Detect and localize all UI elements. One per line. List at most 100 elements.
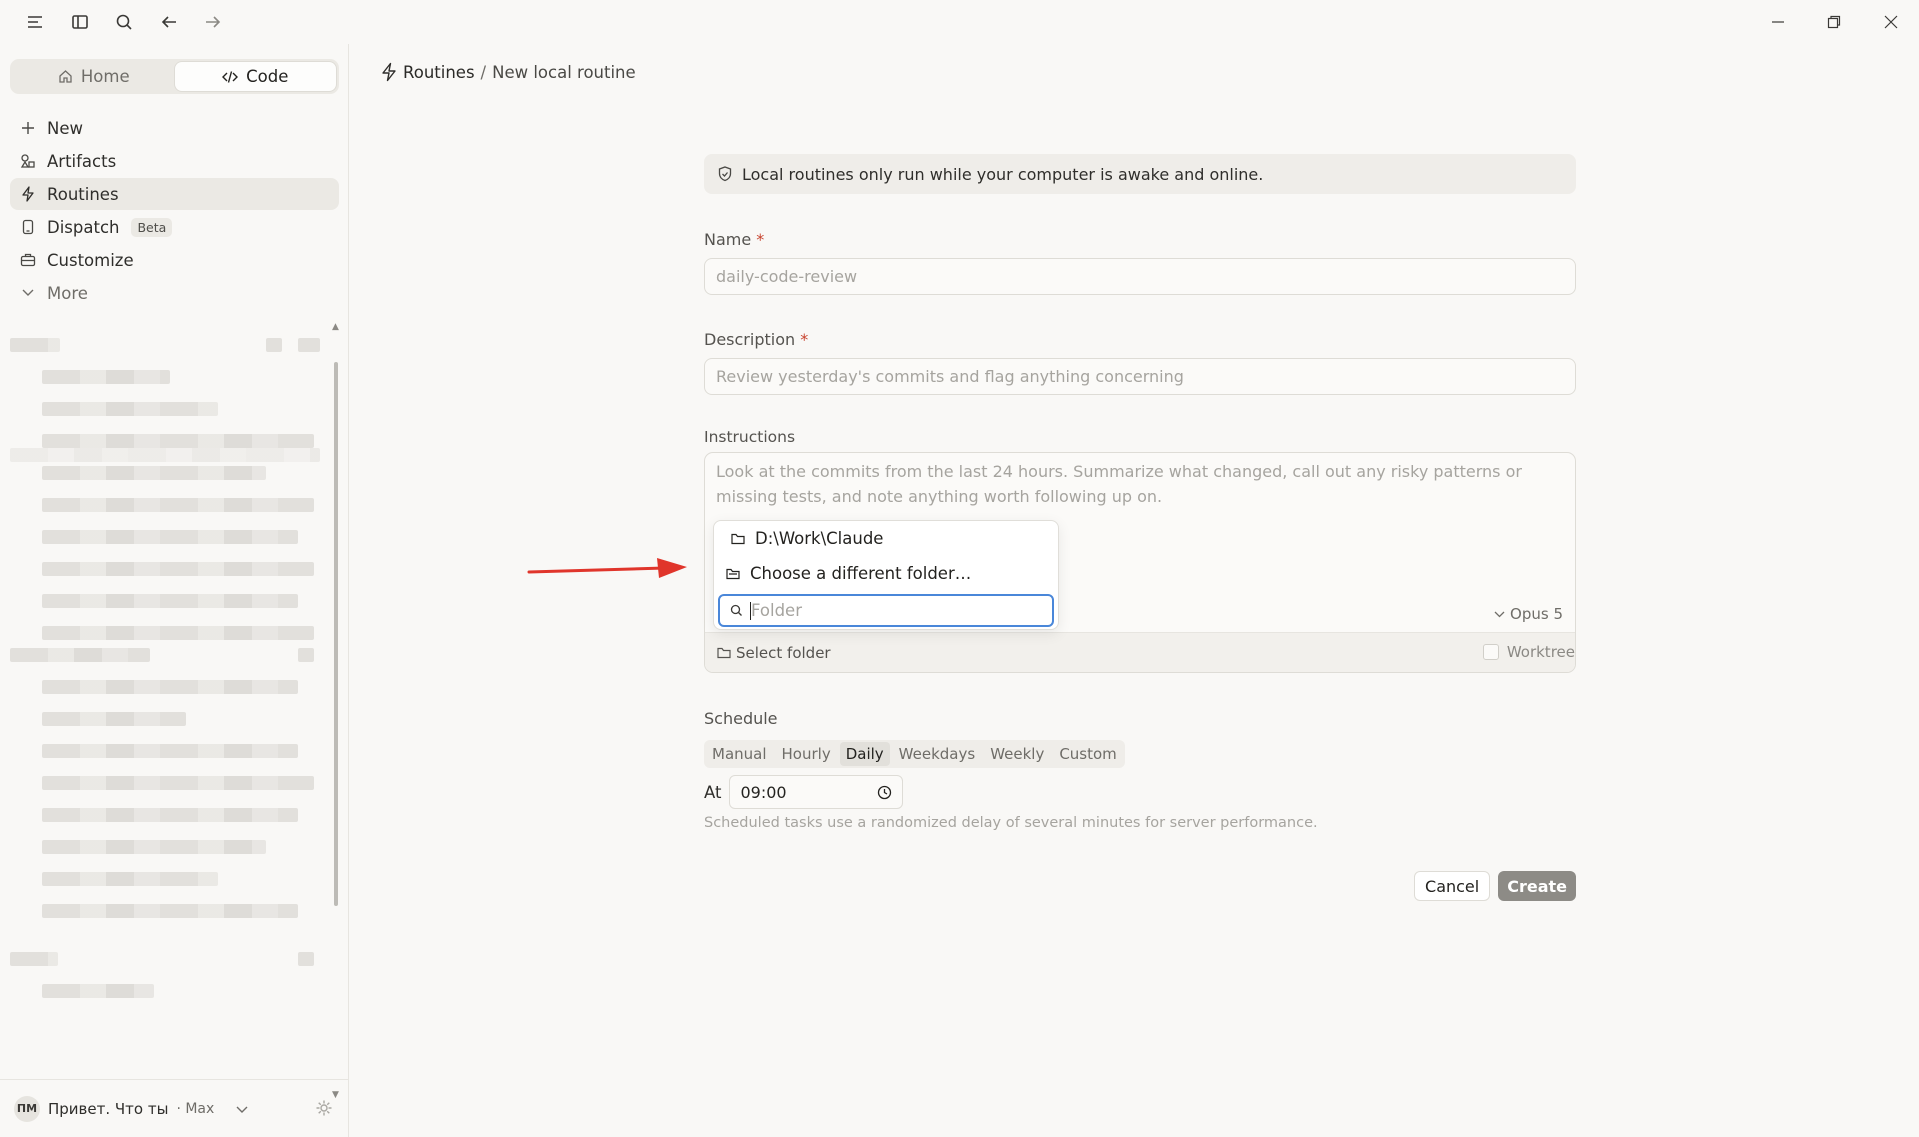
cancel-button[interactable]: Cancel <box>1414 871 1491 901</box>
description-input[interactable]: Review yesterday's commits and flag anyt… <box>704 358 1576 395</box>
time-input[interactable]: 09:00 <box>729 775 904 809</box>
chevron-down-icon <box>1494 611 1505 618</box>
forward-arrow-icon[interactable] <box>199 10 227 34</box>
model-name: Opus 5 <box>1510 605 1563 623</box>
restore-icon[interactable] <box>1820 10 1848 34</box>
tab-code[interactable]: Code <box>174 62 336 91</box>
sidebar-item-dispatch[interactable]: Dispatch Beta <box>10 211 339 243</box>
redacted-row <box>42 984 154 998</box>
dispatch-icon <box>19 219 37 235</box>
redacted-row <box>42 808 298 822</box>
sidebar-nav: New Artifacts Routines Dispatch Beta Cus… <box>10 112 339 310</box>
chevron-down-icon <box>19 288 37 298</box>
tab-code-label: Code <box>246 67 289 86</box>
choose-different-folder-option[interactable]: Choose a different folder… <box>726 564 971 583</box>
model-selector[interactable]: Opus 5 <box>1494 605 1563 623</box>
redacted-row <box>42 904 298 918</box>
redacted-row <box>42 434 314 448</box>
worktree-checkbox[interactable] <box>1482 644 1499 660</box>
create-button[interactable]: Create <box>1498 871 1576 901</box>
sidebar-item-customize[interactable]: Customize <box>10 244 339 276</box>
schedule-option-manual[interactable]: Manual <box>706 742 773 766</box>
form-actions: Cancel Create <box>1414 871 1576 901</box>
scroll-up-icon[interactable]: ▲ <box>332 322 339 332</box>
name-label-text: Name <box>704 230 752 249</box>
tab-home[interactable]: Home <box>13 62 175 91</box>
redacted-row <box>42 626 314 640</box>
schedule-option-weekdays[interactable]: Weekdays <box>893 742 982 766</box>
sidebar-item-label: Routines <box>47 184 119 204</box>
scrollbar-thumb[interactable] <box>334 362 338 906</box>
instructions-label: Instructions <box>704 428 796 446</box>
schedule-selector: Manual Hourly Daily Weekdays Weekly Cust… <box>704 740 1125 768</box>
redacted-row <box>42 712 186 726</box>
recent-folder-path: D:\Work\Claude <box>755 529 884 548</box>
routine-icon <box>19 186 37 202</box>
redacted-row <box>42 466 266 480</box>
local-routine-notice: Local routines only run while your compu… <box>704 154 1576 194</box>
choose-different-folder-label: Choose a different folder… <box>750 564 972 583</box>
description-placeholder: Review yesterday's commits and flag anyt… <box>716 367 1184 386</box>
shield-check-icon <box>718 166 732 182</box>
time-value: 09:00 <box>740 782 787 802</box>
sidebar-toggle-icon[interactable] <box>66 10 94 34</box>
redacted-row <box>42 498 314 512</box>
redacted-row <box>42 776 314 790</box>
schedule-option-hourly[interactable]: Hourly <box>776 742 837 766</box>
redacted-row <box>42 370 170 384</box>
schedule-option-daily[interactable]: Daily <box>839 742 890 766</box>
sidebar-item-new[interactable]: New <box>10 112 339 144</box>
home-icon <box>58 69 73 84</box>
user-name: Привет. Что ты <box>48 1099 169 1118</box>
routine-icon <box>381 62 397 82</box>
redacted-row <box>42 744 298 758</box>
breadcrumb-routines[interactable]: Routines <box>403 63 475 82</box>
user-menu[interactable]: ПМ Привет. Что ты · Max <box>0 1079 349 1137</box>
schedule-option-weekly[interactable]: Weekly <box>984 742 1050 766</box>
redacted-row <box>298 648 314 662</box>
time-row: At 09:00 <box>704 775 904 809</box>
worktree-label: Worktree <box>1506 643 1575 661</box>
instructions-footer: Select folder Worktree <box>705 632 1575 672</box>
sidebar-item-label: More <box>47 283 88 303</box>
schedule-option-custom[interactable]: Custom <box>1053 742 1122 766</box>
minimize-icon[interactable] <box>1764 10 1792 34</box>
title-bar <box>0 0 1919 44</box>
user-plan: · Max <box>176 1100 215 1117</box>
name-label: Name * <box>704 230 764 249</box>
close-icon[interactable] <box>1877 10 1905 34</box>
sidebar-item-label: Customize <box>47 250 134 270</box>
worktree-toggle[interactable]: Worktree <box>1482 643 1575 661</box>
page-title: New local routine <box>492 62 636 82</box>
artifacts-icon <box>19 153 37 169</box>
settings-icon[interactable] <box>315 1099 333 1121</box>
name-input[interactable]: daily-code-review <box>704 258 1576 295</box>
sidebar-scrollbar[interactable]: ▲ ▼ <box>332 322 339 1102</box>
search-icon[interactable] <box>110 10 138 34</box>
tab-home-label: Home <box>80 67 130 86</box>
notice-text: Local routines only run while your compu… <box>742 164 1264 184</box>
folder-search-input[interactable]: Folder <box>718 594 1054 627</box>
redacted-row <box>42 872 218 886</box>
sidebar-item-artifacts[interactable]: Artifacts <box>10 145 339 177</box>
sidebar-item-label: Dispatch <box>47 217 120 237</box>
redacted-row <box>10 338 60 352</box>
sidebar-item-label: New <box>47 118 83 138</box>
sidebar-item-more[interactable]: More <box>10 277 339 309</box>
menu-icon[interactable] <box>21 10 49 34</box>
folder-search-placeholder: Folder <box>751 601 802 620</box>
redacted-row <box>10 648 150 662</box>
select-folder-button[interactable]: Select folder <box>717 644 831 662</box>
annotation-arrow <box>527 556 689 584</box>
sidebar-item-routines[interactable]: Routines <box>10 178 339 210</box>
sidebar-item-label: Artifacts <box>47 151 117 171</box>
redacted-row <box>298 952 314 966</box>
redacted-row <box>10 952 58 966</box>
select-folder-label: Select folder <box>736 643 831 662</box>
plus-icon <box>19 121 37 135</box>
back-arrow-icon[interactable] <box>155 10 183 34</box>
recent-folder-option[interactable]: D:\Work\Claude <box>731 529 883 548</box>
folder-icon <box>717 647 731 659</box>
beta-badge: Beta <box>131 217 173 237</box>
clock-icon[interactable] <box>877 785 892 800</box>
